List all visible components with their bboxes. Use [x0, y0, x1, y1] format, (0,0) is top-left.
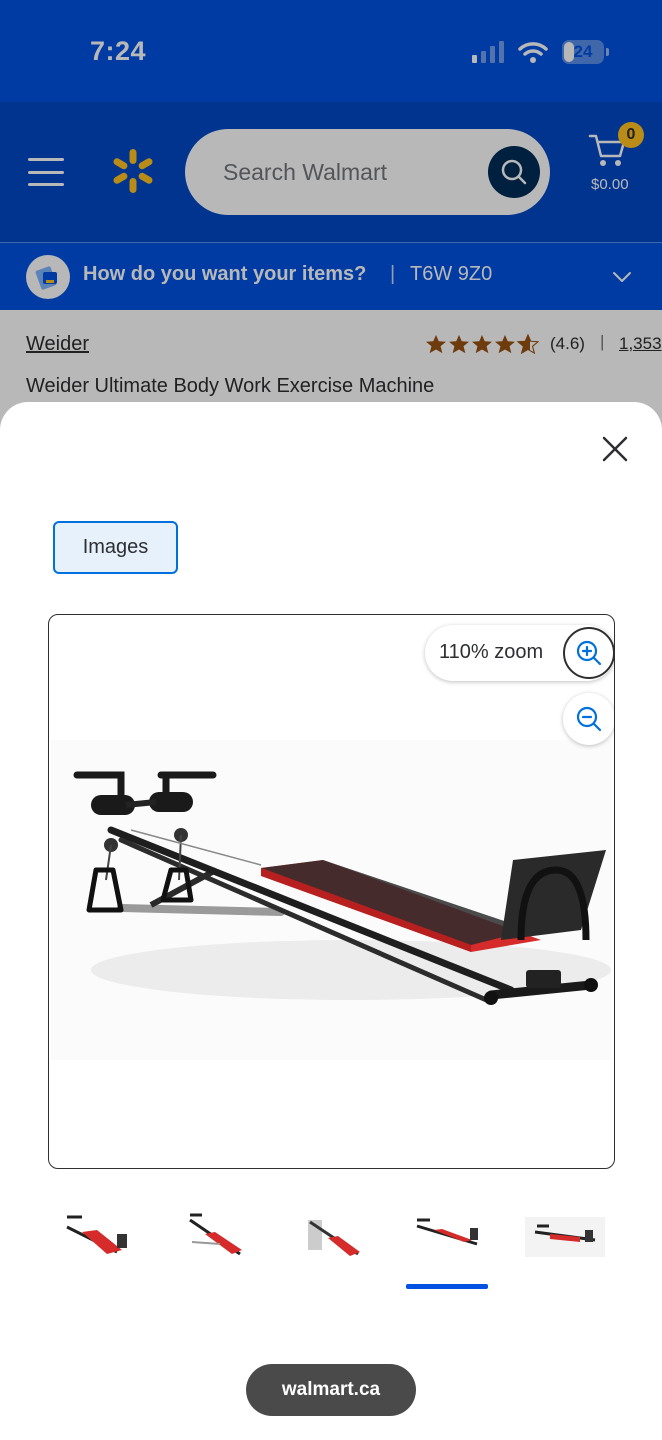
zoom-level-label: 110% zoom	[439, 641, 544, 663]
zoom-in-icon	[576, 640, 602, 666]
zoom-in-button[interactable]	[563, 627, 614, 679]
zoom-out-button[interactable]	[563, 693, 614, 745]
image-viewer[interactable]: 110% zoom	[48, 614, 615, 1169]
thumbnail-1[interactable]	[52, 1202, 142, 1272]
exercise-machine-image	[73, 771, 611, 1005]
selected-thumbnail-indicator	[406, 1284, 488, 1289]
zoom-out-icon	[576, 706, 602, 732]
close-icon[interactable]	[598, 432, 632, 466]
tab-images[interactable]: Images	[53, 521, 178, 574]
product-image[interactable]	[51, 740, 611, 1060]
thumbnail-5[interactable]	[520, 1202, 610, 1272]
thumbnail-strip	[0, 1202, 662, 1302]
modal-backdrop[interactable]	[0, 0, 662, 440]
browser-url-pill[interactable]: walmart.ca	[246, 1364, 416, 1416]
thumbnail-4[interactable]	[402, 1202, 492, 1272]
image-viewer-modal: Images 110% zoom walmart.ca	[0, 402, 662, 1440]
thumbnail-2[interactable]	[170, 1202, 260, 1272]
thumbnail-3[interactable]	[288, 1202, 378, 1272]
